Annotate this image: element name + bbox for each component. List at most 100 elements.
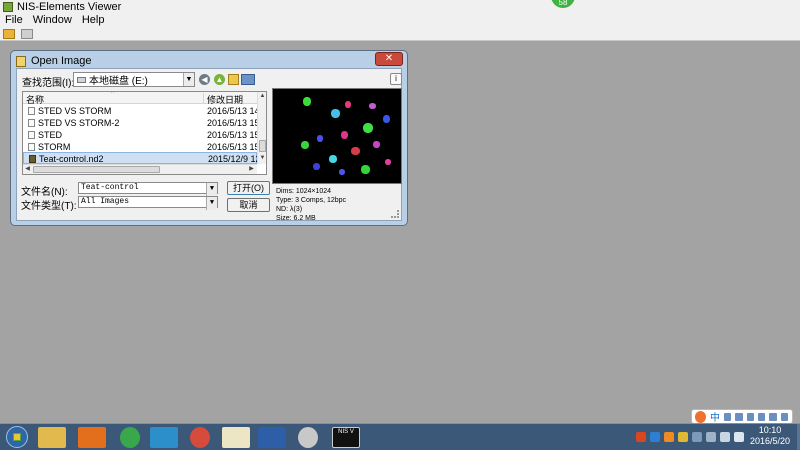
ime-moon-icon[interactable]	[724, 412, 732, 421]
dialog-icon	[16, 55, 26, 67]
info-type: Type: 3 Comps, 12bpc	[276, 197, 347, 204]
preview-cell	[303, 97, 311, 106]
info-size: Size: 6.2 MB	[276, 215, 316, 222]
scroll-down-icon[interactable]: ▼	[258, 154, 266, 163]
scroll-thumb[interactable]	[259, 140, 266, 152]
printer-icon[interactable]	[21, 28, 33, 39]
tray-usb-icon[interactable]	[692, 432, 702, 442]
new-folder-icon[interactable]	[228, 74, 239, 85]
folder-icon	[28, 143, 35, 151]
system-clock[interactable]: 10:10 2016/5/20	[745, 425, 795, 447]
look-in-dropdown[interactable]: 本地磁盘 (E:) ▼	[73, 72, 195, 87]
close-icon: ✕	[384, 53, 394, 64]
preview-cell	[383, 115, 390, 123]
preview-cell	[331, 109, 340, 118]
back-icon[interactable]: ◀	[199, 74, 210, 85]
nis-elements-taskbar-icon[interactable]: NIS V	[332, 427, 360, 448]
menu-window[interactable]: Window	[33, 14, 72, 26]
look-in-label: 查找范围(I):	[22, 78, 75, 89]
up-folder-icon[interactable]: ▲	[214, 74, 225, 85]
fish-app-icon[interactable]	[222, 427, 250, 448]
ball-app-icon[interactable]	[298, 427, 318, 448]
filename-value: Teat-control	[81, 183, 139, 192]
file-row[interactable]: STED VS STORM-2 2016/5/13 15:09	[23, 117, 266, 129]
filename-input[interactable]: Teat-control ▼	[78, 182, 218, 196]
tray-help-icon[interactable]	[650, 432, 660, 442]
open-button[interactable]: 打开(O)	[227, 181, 270, 195]
column-date[interactable]: 修改日期	[203, 93, 243, 105]
chevron-down-icon[interactable]: ▼	[206, 183, 217, 196]
chevron-down-icon[interactable]: ▼	[183, 73, 194, 86]
file-row[interactable]: STED 2016/5/13 15:40	[23, 129, 266, 141]
folder-open-icon[interactable]	[3, 28, 15, 39]
green-app-icon[interactable]	[120, 427, 140, 448]
preview-cell	[385, 159, 391, 165]
file-row-selected[interactable]: Teat-control.nd2 2015/12/9 12:19	[23, 152, 266, 164]
scroll-left-icon[interactable]: ◀	[23, 165, 32, 174]
file-row[interactable]: STED VS STORM 2016/5/13 14:42	[23, 105, 266, 117]
folder-icon	[28, 107, 35, 115]
ime-smile-icon[interactable]	[746, 412, 754, 421]
open-image-dialog: Open Image ✕ 查找范围(I): 本地磁盘 (E:) ▼ ◀ ▲ i …	[10, 50, 408, 226]
tray-shield-icon[interactable]	[678, 432, 688, 442]
photos-icon[interactable]	[150, 427, 178, 448]
nd2-file-icon	[29, 155, 36, 163]
preview-cell	[361, 165, 370, 174]
media-player-icon[interactable]	[78, 427, 106, 448]
file-name: STORM	[38, 142, 71, 152]
scroll-up-icon[interactable]: ▲	[258, 92, 266, 101]
preview-cell	[339, 169, 345, 175]
filetype-dropdown[interactable]: All Images ▼	[78, 196, 218, 210]
clock-time: 10:10	[758, 425, 782, 435]
scroll-thumb[interactable]	[33, 166, 160, 173]
vertical-scrollbar[interactable]: ▲ ▼	[257, 92, 266, 164]
app-title-bar: NIS-Elements Viewer	[0, 0, 800, 13]
sogou-ime-icon[interactable]	[695, 410, 706, 423]
close-button[interactable]: ✕	[375, 52, 403, 66]
explorer-icon[interactable]	[38, 427, 66, 448]
menu-help[interactable]: Help	[82, 14, 105, 26]
ime-keyboard-icon[interactable]	[757, 412, 766, 421]
preview-cell	[329, 155, 337, 163]
preview-cell	[369, 103, 376, 109]
tray-app-icon[interactable]	[636, 432, 646, 442]
scroll-right-icon[interactable]: ▶	[247, 165, 256, 174]
ime-tools-icon[interactable]	[780, 412, 788, 421]
preview-cell	[351, 147, 360, 155]
taskbar: NIS V 10:10 2016/5/20	[0, 423, 800, 450]
ime-toolbar[interactable]: 中	[691, 409, 793, 424]
ime-dot-icon[interactable]	[735, 412, 743, 421]
start-button[interactable]	[6, 426, 28, 448]
app-title: NIS-Elements Viewer	[17, 0, 122, 13]
ime-user-icon[interactable]	[769, 412, 777, 421]
preview-cell	[301, 141, 309, 149]
info-button[interactable]: i	[390, 73, 402, 85]
filename-label: 文件名(N):	[21, 187, 68, 198]
app-toolbar	[0, 27, 800, 41]
menu-file[interactable]: File	[5, 14, 23, 26]
file-list[interactable]: 名称 ^ 修改日期 STED VS STORM 2016/5/13 14:42 …	[22, 91, 267, 175]
tray-flag-icon[interactable]	[706, 432, 716, 442]
system-tray	[636, 432, 748, 442]
file-name: STED	[38, 130, 63, 140]
cancel-button[interactable]: 取消	[227, 198, 270, 212]
tray-network-icon[interactable]	[720, 432, 730, 442]
chrome-icon[interactable]	[190, 427, 210, 448]
dialog-title: Open Image	[31, 55, 92, 67]
preview-cell	[345, 101, 351, 108]
horizontal-scrollbar[interactable]: ◀ ▶	[23, 164, 257, 174]
folder-icon	[28, 131, 35, 139]
file-name: STED VS STORM	[38, 106, 112, 116]
ime-language[interactable]: 中	[710, 409, 720, 424]
tray-volume-icon[interactable]	[734, 432, 744, 442]
drive-icon	[77, 76, 86, 83]
word-icon[interactable]	[258, 427, 286, 448]
dialog-title-bar: Open Image	[16, 54, 92, 68]
chevron-down-icon[interactable]: ▼	[206, 197, 217, 210]
preview-cell	[363, 123, 373, 133]
view-menu-icon[interactable]	[241, 74, 255, 85]
preview-cell	[341, 131, 348, 139]
resize-grip-icon[interactable]	[391, 210, 399, 218]
clock-date: 2016/5/20	[749, 436, 791, 446]
tray-sogou-icon[interactable]	[664, 432, 674, 442]
